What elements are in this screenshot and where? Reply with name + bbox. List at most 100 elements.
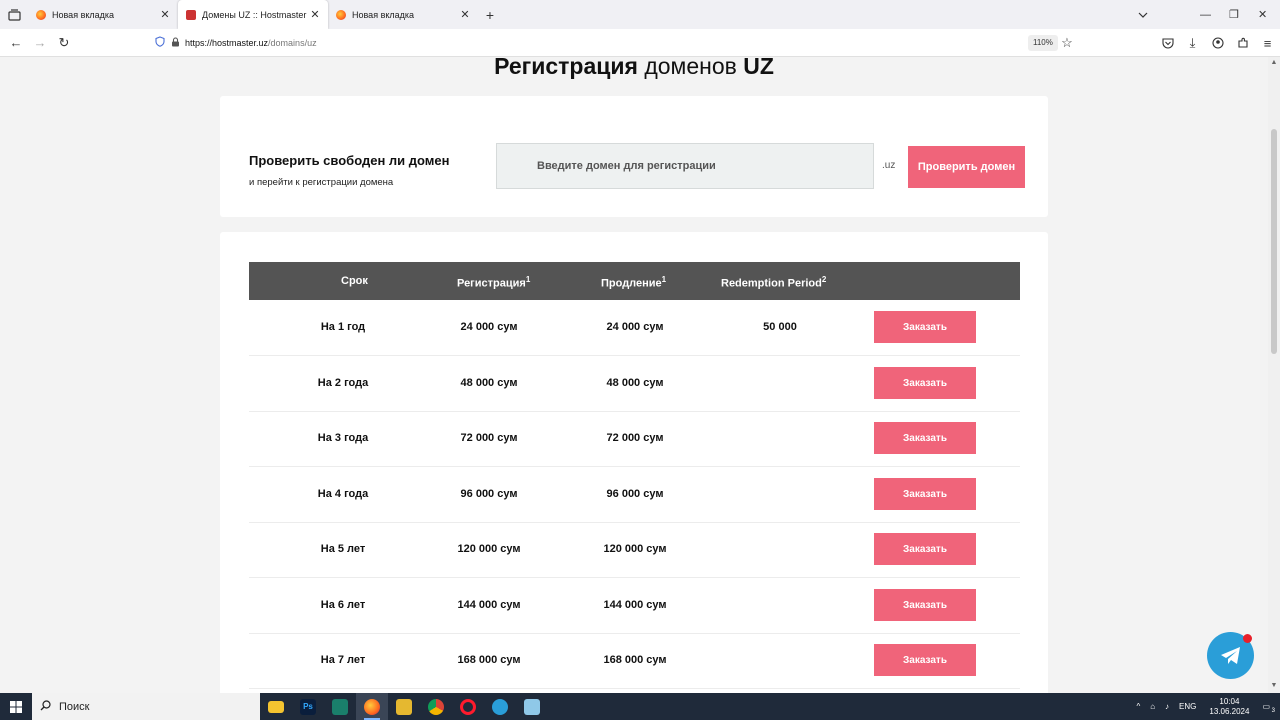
- forward-arrow-icon[interactable]: →: [28, 31, 52, 55]
- order-button[interactable]: Заказать: [874, 422, 976, 454]
- photoshop-icon[interactable]: Ps: [292, 693, 324, 720]
- url-host: https://hostmaster.uz: [185, 38, 269, 48]
- cell-redemption: 50 000: [763, 321, 797, 333]
- telegram-taskbar-icon[interactable]: [484, 693, 516, 720]
- system-tray: ^ ⌂ ♪ ENG 10:04 13.06.2024 ▭ 3: [1131, 693, 1280, 720]
- address-bar[interactable]: https://hostmaster.uz/domains/uz: [155, 32, 1080, 54]
- chevron-up-icon[interactable]: ^: [1131, 702, 1145, 711]
- cell-registration: 144 000 сум: [457, 599, 521, 611]
- close-tab-icon[interactable]: ✕: [458, 8, 472, 21]
- maximize-icon[interactable]: ❐: [1229, 0, 1239, 29]
- notepad-icon[interactable]: [516, 693, 548, 720]
- tab-label: Новая вкладка: [52, 9, 115, 20]
- check-subtitle: и перейти к регистрации домена: [249, 177, 394, 188]
- notifications-icon[interactable]: ▭ 3: [1257, 702, 1280, 714]
- browser-tab-strip: Новая вкладка ✕ Домены UZ :: Hostmaster …: [0, 0, 1280, 29]
- cell-registration: 72 000 сум: [460, 432, 518, 444]
- taskbar-search[interactable]: Поиск: [32, 693, 260, 720]
- tab-overflow-chevron-icon[interactable]: [1138, 0, 1148, 29]
- order-button[interactable]: Заказать: [874, 589, 976, 621]
- clock-time: 10:04: [1219, 696, 1240, 706]
- scroll-down-icon[interactable]: ▼: [1268, 682, 1280, 689]
- back-arrow-icon[interactable]: ←: [4, 31, 28, 55]
- cell-term: На 3 года: [317, 432, 369, 444]
- minimize-icon[interactable]: —: [1200, 0, 1211, 29]
- hostmaster-favicon-icon: [186, 9, 196, 20]
- pocket-icon[interactable]: [1155, 31, 1180, 55]
- close-tab-icon[interactable]: ✕: [158, 8, 172, 21]
- menu-icon[interactable]: ≡: [1255, 31, 1280, 55]
- tld-label: .uz: [882, 160, 896, 171]
- language-indicator[interactable]: ENG: [1174, 702, 1201, 711]
- bookmark-star-icon[interactable]: ☆: [1055, 31, 1079, 55]
- scroll-up-icon[interactable]: ▲: [1268, 59, 1280, 66]
- pricing-table-card: Срок Регистрация1 Продление1 Redemption …: [220, 232, 1048, 693]
- browser-tab-3[interactable]: Новая вкладка ✕: [328, 0, 478, 29]
- scrollbar-thumb[interactable]: [1271, 129, 1277, 354]
- order-button[interactable]: Заказать: [874, 644, 976, 676]
- cell-term: На 1 год: [320, 321, 366, 333]
- search-label: Поиск: [59, 700, 90, 713]
- windows-start-icon[interactable]: [0, 693, 32, 720]
- toolbar-right: ⤓ ≡: [1155, 29, 1280, 57]
- shield-icon[interactable]: [155, 36, 171, 50]
- table-row: На 2 года 48 000 сум 48 000 сум Заказать: [249, 356, 1020, 412]
- file-explorer-icon[interactable]: [260, 693, 292, 720]
- table-row: На 7 лет 168 000 сум 168 000 сум Заказат…: [249, 633, 1020, 689]
- cell-renewal: 144 000 сум: [603, 599, 667, 611]
- clock[interactable]: 10:04 13.06.2024: [1201, 697, 1257, 717]
- table-row: На 5 лет 120 000 сум 120 000 сум Заказат…: [249, 522, 1020, 578]
- notification-count: 3: [1271, 708, 1275, 714]
- order-button[interactable]: Заказать: [874, 533, 976, 565]
- order-button[interactable]: Заказать: [874, 311, 976, 343]
- app-icon[interactable]: [324, 693, 356, 720]
- volume-icon[interactable]: ♪: [1160, 702, 1174, 711]
- new-tab-icon[interactable]: +: [478, 7, 502, 23]
- close-window-icon[interactable]: ✕: [1258, 0, 1267, 29]
- cell-registration: 96 000 сум: [460, 488, 518, 500]
- downloads-icon[interactable]: ⤓: [1180, 31, 1205, 55]
- page-content: Регистрация доменов UZ Проверить свободе…: [0, 57, 1268, 693]
- telegram-plane-icon: [1220, 646, 1240, 664]
- cell-renewal: 96 000 сум: [606, 488, 664, 500]
- cell-term: На 2 года: [317, 377, 369, 389]
- extensions-icon[interactable]: [1230, 31, 1255, 55]
- browser-nav-bar: ← → ↻ https://hostmaster.uz/domains/uz: [0, 29, 1280, 57]
- lock-icon[interactable]: [171, 36, 185, 50]
- close-tab-icon[interactable]: ✕: [308, 8, 322, 21]
- firefox-icon: [36, 9, 46, 20]
- url-path: /domains/uz: [268, 38, 317, 48]
- order-button[interactable]: Заказать: [874, 478, 976, 510]
- cell-renewal: 120 000 сум: [603, 543, 667, 555]
- zoom-level[interactable]: 110%: [1028, 35, 1058, 51]
- network-icon[interactable]: ⌂: [1145, 702, 1160, 711]
- notification-dot: [1243, 634, 1252, 643]
- page-title: Регистрация доменов UZ: [494, 57, 774, 79]
- account-icon[interactable]: [1205, 31, 1230, 55]
- cell-registration: 120 000 сум: [457, 543, 521, 555]
- chrome-icon[interactable]: [420, 693, 452, 720]
- taskbar: Поиск Ps ^ ⌂ ♪ ENG 10:04 13.06.2024 ▭ 3: [0, 693, 1280, 720]
- table-header: Срок Регистрация1 Продление1 Redemption …: [249, 262, 1020, 300]
- firefox-taskbar-icon[interactable]: [356, 693, 388, 720]
- table-row: На 3 года 72 000 сум 72 000 сум Заказать: [249, 411, 1020, 467]
- check-title: Проверить свободен ли домен: [249, 153, 450, 168]
- header-registration: Регистрация1: [457, 275, 531, 290]
- order-button[interactable]: Заказать: [874, 367, 976, 399]
- cell-renewal: 72 000 сум: [606, 432, 664, 444]
- cell-renewal: 48 000 сум: [606, 377, 664, 389]
- clock-date: 13.06.2024: [1209, 706, 1250, 716]
- domain-search-input[interactable]: [496, 143, 874, 189]
- opera-icon[interactable]: [452, 693, 484, 720]
- check-domain-button[interactable]: Проверить домен: [908, 146, 1025, 188]
- tab-list-icon[interactable]: [0, 0, 28, 29]
- browser-tab-1[interactable]: Новая вкладка ✕: [28, 0, 178, 29]
- table-row: На 1 год 24 000 сум 24 000 сум 50 000 За…: [249, 300, 1020, 356]
- browser-tab-2[interactable]: Домены UZ :: Hostmaster ✕: [178, 0, 328, 29]
- header-term: Срок: [341, 275, 368, 287]
- tool-app-icon[interactable]: [388, 693, 420, 720]
- page-scrollbar[interactable]: ▲ ▼: [1268, 57, 1280, 693]
- cell-term: На 4 года: [317, 488, 369, 500]
- firefox-icon: [336, 9, 346, 20]
- reload-icon[interactable]: ↻: [52, 31, 76, 55]
